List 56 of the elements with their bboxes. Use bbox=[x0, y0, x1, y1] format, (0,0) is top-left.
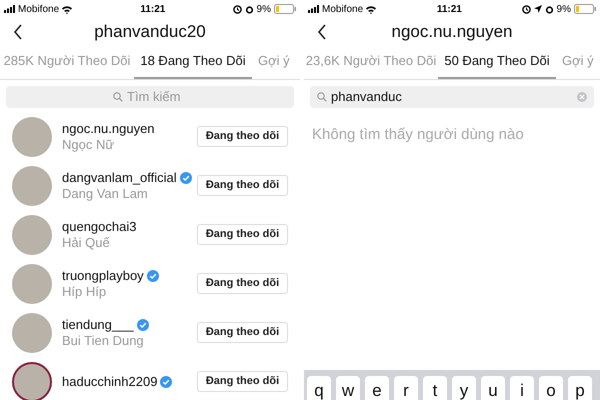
keyboard-key[interactable]: w bbox=[336, 376, 360, 400]
username[interactable]: dangvanlam_official bbox=[62, 170, 177, 186]
keyboard-key[interactable]: r bbox=[394, 376, 418, 400]
following-button[interactable]: Đang theo dõi bbox=[197, 273, 288, 294]
profile-username: phanvanduc20 bbox=[94, 21, 206, 44]
following-button[interactable]: Đang theo dõi bbox=[197, 322, 288, 343]
signal-icon bbox=[4, 5, 16, 13]
display-name: Híp Híp bbox=[62, 284, 108, 300]
clear-icon bbox=[577, 92, 587, 102]
battery-icon bbox=[274, 4, 296, 14]
tab[interactable]: 18 Đang Theo Dõi bbox=[134, 45, 252, 79]
keyboard-key[interactable]: y bbox=[452, 376, 476, 400]
search-field[interactable]: phanvanduc bbox=[310, 86, 594, 108]
username[interactable]: truongplayboy bbox=[62, 268, 144, 284]
battery-percent: 9% bbox=[556, 2, 571, 16]
username[interactable]: tiendung___ bbox=[62, 316, 134, 332]
carrier-name: Mobifone bbox=[18, 2, 60, 16]
search-input[interactable]: Tìm kiếm bbox=[127, 87, 187, 107]
display-name: Hải Quế bbox=[62, 234, 111, 250]
display-name: Dang Van Lam bbox=[62, 186, 149, 202]
battery-percent: 9% bbox=[256, 2, 271, 16]
clock-time: 11:21 bbox=[140, 2, 166, 16]
following-button[interactable]: Đang theo dõi bbox=[197, 175, 288, 196]
clock-time: 11:21 bbox=[436, 2, 462, 16]
display-name: Ngọc Nữ bbox=[62, 136, 116, 152]
carrier-name: Mobifone bbox=[322, 2, 364, 16]
tab[interactable]: 50 Đang Theo Dõi bbox=[438, 45, 556, 79]
signal-icon bbox=[308, 5, 320, 13]
following-button[interactable]: Đang theo dõi bbox=[197, 224, 288, 245]
search-input[interactable]: phanvanduc bbox=[331, 87, 577, 107]
alarm-icon bbox=[244, 4, 254, 14]
following-button[interactable]: Đang theo dõi bbox=[197, 126, 288, 147]
keyboard-key[interactable]: e bbox=[365, 376, 389, 400]
alarm-icon bbox=[544, 4, 554, 14]
keyboard-key[interactable]: p bbox=[568, 376, 592, 400]
search-icon bbox=[317, 92, 327, 102]
battery-icon bbox=[574, 4, 596, 14]
keyboard-key[interactable]: u bbox=[481, 376, 505, 400]
wifi-icon bbox=[61, 4, 74, 14]
following-button[interactable]: Đang theo dõi bbox=[197, 371, 288, 392]
keyboard-key[interactable]: o bbox=[539, 376, 563, 400]
keyboard-key[interactable]: i bbox=[510, 376, 534, 400]
profile-username: ngoc.nu.nguyen bbox=[392, 21, 512, 44]
username[interactable]: ngoc.nu.nguyen bbox=[62, 120, 155, 136]
keyboard-key[interactable]: t bbox=[423, 376, 447, 400]
search-field[interactable]: Tìm kiếm bbox=[6, 86, 294, 108]
empty-message: Không tìm thấy người dùng nào bbox=[311, 125, 525, 145]
username[interactable]: quengochai3 bbox=[62, 218, 136, 234]
search-icon bbox=[113, 92, 123, 102]
avatar[interactable] bbox=[12, 362, 52, 400]
rotation-lock-icon bbox=[232, 4, 242, 14]
wifi-icon bbox=[365, 4, 378, 14]
rotation-lock-icon bbox=[522, 4, 531, 14]
display-name: Bui Tien Dung bbox=[62, 332, 145, 348]
username[interactable]: haducchinh2209 bbox=[62, 374, 158, 390]
keyboard-key[interactable]: q bbox=[307, 376, 331, 400]
